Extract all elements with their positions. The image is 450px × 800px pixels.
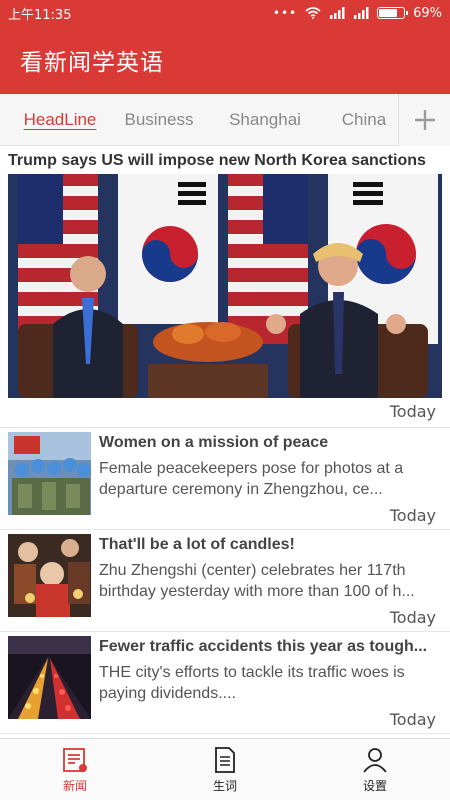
list-item[interactable]: Women on a mission of peace Female peace… (0, 428, 450, 530)
battery-percent: 69% (413, 5, 442, 21)
news-summary: THE city's efforts to tackle its traffic… (99, 664, 405, 702)
peacekeepers-photo (8, 432, 91, 515)
news-date: Today (389, 608, 436, 627)
nav-vocabulary-label: 生词 (212, 778, 237, 793)
news-summary: Female peacekeepers pose for photos at a… (99, 460, 404, 498)
news-summary: Zhu Zhengshi (center) celebrates her 117… (99, 562, 415, 600)
bottom-nav: 新闻 生词 设置 (0, 738, 450, 800)
app-bar: 看新闻学英语 (0, 26, 450, 94)
notification-dots-icon: ••• (272, 6, 298, 20)
add-tab-button[interactable] (398, 94, 450, 146)
news-thumbnail[interactable] (8, 636, 91, 719)
user-settings-icon (363, 747, 387, 773)
nav-settings[interactable]: 设置 (300, 739, 450, 800)
nav-vocabulary[interactable]: 生词 (150, 739, 300, 800)
headline-date: Today (389, 402, 436, 421)
app-title: 看新闻学英语 (20, 50, 164, 76)
headline-card[interactable]: Trump says US will impose new North Kore… (0, 146, 450, 428)
plus-icon (414, 110, 435, 130)
traffic-photo (8, 636, 91, 719)
news-date: Today (389, 506, 436, 525)
headline-title[interactable]: Trump says US will impose new North Kore… (8, 152, 444, 170)
news-thumbnail[interactable] (8, 534, 91, 617)
news-thumbnail[interactable] (8, 432, 91, 515)
status-bar: 上午11:35 ••• 69% (0, 0, 450, 26)
tab-china[interactable]: China (334, 94, 394, 146)
news-title[interactable]: That'll be a lot of candles! (99, 536, 442, 554)
vocabulary-icon (215, 746, 235, 773)
news-icon (63, 747, 87, 772)
news-title[interactable]: Women on a mission of peace (99, 434, 442, 452)
nav-settings-label: 设置 (362, 778, 387, 793)
signal-icon-2 (354, 7, 369, 19)
wifi-icon (305, 7, 321, 19)
tab-headline[interactable]: HeadLine (0, 94, 120, 146)
category-tabs: HeadLine Business Shanghai China (0, 94, 450, 146)
tab-shanghai[interactable]: Shanghai (220, 94, 310, 146)
nav-news-label: 新闻 (62, 778, 87, 793)
headline-photo (8, 174, 442, 398)
news-title[interactable]: Fewer traffic accidents this year as tou… (99, 638, 442, 656)
birthday-photo (8, 534, 91, 617)
headline-image[interactable] (8, 174, 442, 398)
list-item[interactable]: That'll be a lot of candles! Zhu Zhengsh… (0, 530, 450, 632)
list-item[interactable]: Fewer traffic accidents this year as tou… (0, 632, 450, 734)
tab-business[interactable]: Business (124, 94, 194, 146)
nav-news[interactable]: 新闻 (0, 739, 150, 800)
news-date: Today (389, 710, 436, 729)
battery-icon (377, 7, 409, 19)
status-icons: ••• 69% (273, 6, 442, 21)
signal-icon (330, 7, 345, 19)
status-time: 上午11:35 (8, 7, 72, 23)
